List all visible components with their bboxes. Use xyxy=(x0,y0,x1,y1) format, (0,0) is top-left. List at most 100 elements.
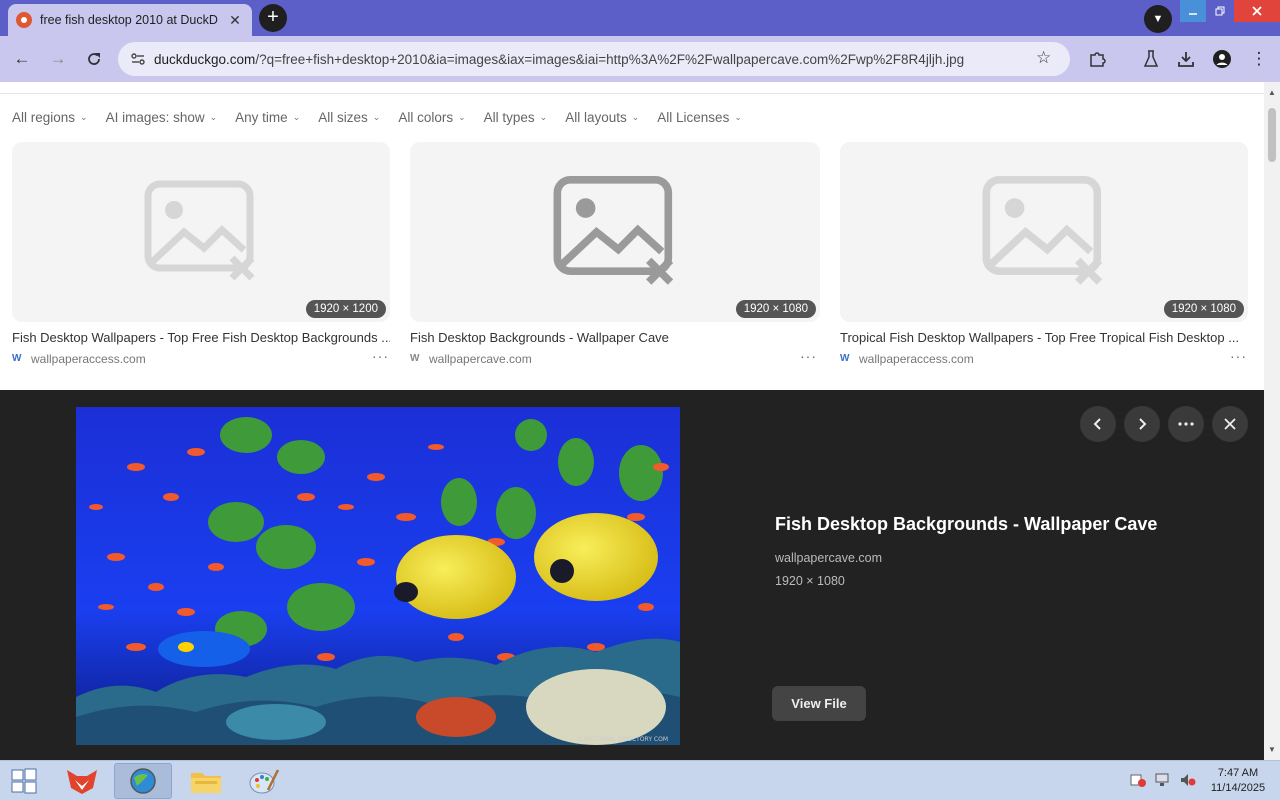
scroll-up-arrow-icon[interactable]: ▲ xyxy=(1268,88,1276,97)
filter-label: Any time xyxy=(235,109,288,125)
taskbar-app-file-explorer[interactable] xyxy=(180,763,232,799)
tray-network-icon[interactable] xyxy=(1155,773,1171,790)
scroll-down-arrow-icon[interactable]: ▼ xyxy=(1268,745,1276,754)
source-favicon-icon: W xyxy=(410,353,420,364)
source-domain: wallpaperaccess.com xyxy=(859,352,974,366)
more-options-icon[interactable]: ··· xyxy=(800,348,817,364)
chevron-down-icon: ⌄ xyxy=(734,111,742,122)
scrollbar-thumb[interactable] xyxy=(1268,108,1276,162)
result-title[interactable]: Fish Desktop Wallpapers - Top Free Fish … xyxy=(12,330,390,345)
filter-label: All regions xyxy=(12,109,76,125)
close-detail-button[interactable] xyxy=(1212,406,1248,442)
chevron-down-icon: ⌄ xyxy=(539,111,548,122)
source-domain: wallpapercave.com xyxy=(429,352,532,366)
paint-palette-icon xyxy=(249,769,280,794)
broken-image-icon xyxy=(144,180,255,281)
url-text[interactable]: duckduckgo.com/?q=free+fish+desktop+2010… xyxy=(154,52,1034,67)
back-arrow-icon[interactable]: ← xyxy=(11,48,33,70)
browser-menu-icon[interactable]: ⋮ xyxy=(1248,48,1270,70)
site-info-icon[interactable] xyxy=(128,49,148,69)
clock-time: 7:47 AM xyxy=(1217,767,1259,779)
page-scrollbar[interactable]: ▲ ▼ xyxy=(1264,82,1280,760)
forward-arrow-icon[interactable]: → xyxy=(47,48,69,70)
image-thumbnail[interactable]: 1920 × 1200 xyxy=(12,142,390,322)
windows-logo-icon xyxy=(11,768,37,794)
address-bar[interactable]: duckduckgo.com/?q=free+fish+desktop+2010… xyxy=(118,42,1070,76)
taskbar-app-browser[interactable] xyxy=(114,763,172,799)
detail-dimensions: 1920 × 1080 xyxy=(775,574,845,588)
chevron-down-icon: ⌄ xyxy=(631,111,640,122)
ellipsis-icon xyxy=(1178,422,1194,426)
dimensions-badge: 1920 × 1080 xyxy=(1163,300,1244,318)
image-thumbnail[interactable]: 1920 × 1080 xyxy=(840,142,1248,322)
image-thumbnail[interactable]: 1920 × 1080 xyxy=(410,142,820,322)
view-file-button[interactable]: View File xyxy=(772,686,866,721)
system-clock[interactable]: 7:47 AM 11/14/2025 xyxy=(1203,766,1273,796)
filter-sizes[interactable]: All sizes ⌄ xyxy=(318,108,380,126)
tray-volume-muted-icon[interactable] xyxy=(1180,773,1196,790)
previous-image-button[interactable] xyxy=(1080,406,1116,442)
result-source[interactable]: Wwallpapercave.com xyxy=(410,352,532,366)
clock-date: 11/14/2025 xyxy=(1210,782,1266,794)
more-options-icon[interactable]: ··· xyxy=(1230,348,1247,364)
filter-regions[interactable]: All regions ⌄ xyxy=(12,108,88,126)
dimensions-badge: 1920 × 1080 xyxy=(735,300,816,318)
window-close-button[interactable] xyxy=(1234,0,1280,22)
fish-reef-image: © PICTORIAL DIRECTORY COM xyxy=(76,407,680,745)
filter-licenses[interactable]: All Licenses ⌄ xyxy=(657,108,742,126)
chevron-down-icon: ⌄ xyxy=(209,111,218,122)
source-domain: wallpaperaccess.com xyxy=(31,352,146,366)
close-icon xyxy=(1224,418,1236,430)
profile-avatar-icon[interactable] xyxy=(1211,48,1233,70)
window-restore-button[interactable] xyxy=(1207,0,1233,22)
tray-action-center-icon[interactable] xyxy=(1130,773,1146,790)
result-title[interactable]: Fish Desktop Backgrounds - Wallpaper Cav… xyxy=(410,330,820,345)
bookmark-star-icon[interactable]: ☆ xyxy=(1036,48,1051,68)
minimize-icon xyxy=(1189,13,1197,15)
source-favicon-icon: W xyxy=(840,353,850,364)
url-host: duckduckgo.com xyxy=(154,51,256,67)
broken-image-icon xyxy=(553,175,674,285)
filter-ai-images[interactable]: AI images: show ⌄ xyxy=(106,108,218,126)
folder-icon xyxy=(191,773,221,793)
browser-tab[interactable]: free fish desktop 2010 at DuckD ✕ xyxy=(8,4,252,36)
result-source[interactable]: Wwallpaperaccess.com xyxy=(12,352,146,366)
reload-icon[interactable] xyxy=(83,48,105,70)
taskbar-app-paint[interactable] xyxy=(238,763,290,799)
source-favicon-icon: W xyxy=(12,353,22,364)
detail-title[interactable]: Fish Desktop Backgrounds - Wallpaper Cav… xyxy=(775,514,1157,535)
duckduckgo-favicon-icon xyxy=(16,12,32,28)
close-icon xyxy=(1252,6,1262,16)
new-tab-button[interactable]: + xyxy=(259,4,287,32)
window-minimize-button[interactable] xyxy=(1180,0,1206,22)
more-options-button[interactable] xyxy=(1168,406,1204,442)
taskbar-app-fox[interactable] xyxy=(56,763,108,799)
filter-label: All colors xyxy=(398,109,454,125)
image-watermark: © PICTORIAL DIRECTORY COM xyxy=(576,736,668,743)
filter-label: All types xyxy=(483,109,535,125)
filter-layouts[interactable]: All layouts ⌄ xyxy=(565,108,639,126)
next-image-button[interactable] xyxy=(1124,406,1160,442)
filter-bar: All regions ⌄ AI images: show ⌄ Any time ⌄ … xyxy=(12,108,742,126)
filter-colors[interactable]: All colors ⌄ xyxy=(398,108,465,126)
dimensions-badge: 1920 × 1200 xyxy=(305,300,386,318)
start-button[interactable] xyxy=(0,763,48,799)
chevron-right-icon xyxy=(1139,418,1147,430)
result-title[interactable]: Tropical Fish Desktop Wallpapers - Top F… xyxy=(840,330,1240,345)
image-detail-panel: © PICTORIAL DIRECTORY COM Fish Desktop B… xyxy=(0,390,1264,760)
tab-search-chevron-icon[interactable]: ▼ xyxy=(1144,5,1172,33)
browser-app-icon xyxy=(130,768,156,794)
result-source[interactable]: Wwallpaperaccess.com xyxy=(840,352,974,366)
tab-close-icon[interactable]: ✕ xyxy=(226,11,244,29)
filter-time[interactable]: Any time ⌄ xyxy=(235,108,300,126)
detail-source[interactable]: wallpapercave.com xyxy=(775,551,882,565)
more-options-icon[interactable]: ··· xyxy=(372,348,389,364)
url-path: /?q=free+fish+desktop+2010&ia=images&iax… xyxy=(255,51,965,67)
extensions-puzzle-icon[interactable] xyxy=(1086,48,1108,70)
preview-image[interactable]: © PICTORIAL DIRECTORY COM xyxy=(76,407,680,745)
filter-types[interactable]: All types ⌄ xyxy=(484,108,548,126)
chevron-down-icon: ⌄ xyxy=(458,111,466,122)
filter-label: AI images: show xyxy=(105,109,205,125)
download-icon[interactable] xyxy=(1175,48,1197,70)
labs-flask-icon[interactable] xyxy=(1140,48,1162,70)
